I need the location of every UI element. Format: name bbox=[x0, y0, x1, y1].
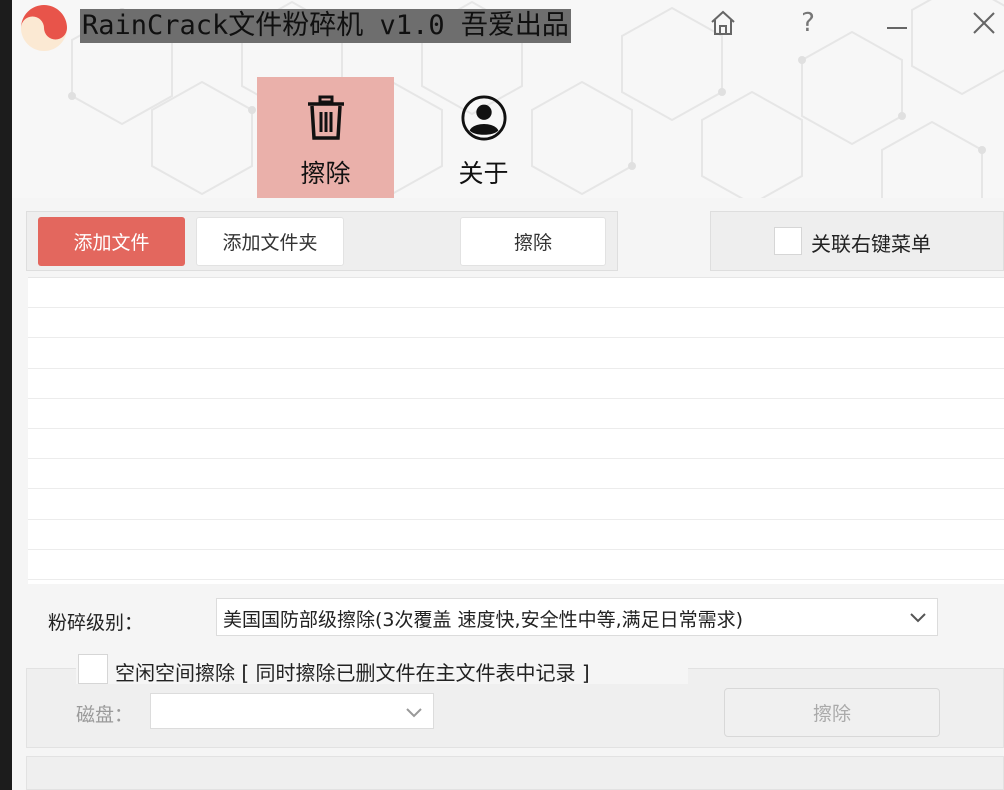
table-row[interactable] bbox=[28, 338, 1004, 369]
tab-erase-label: 擦除 bbox=[300, 159, 351, 188]
table-row[interactable] bbox=[28, 489, 1004, 520]
window-title: RainCrack文件粉碎机 v1.0 吾爱出品 bbox=[80, 9, 571, 43]
trash-icon bbox=[307, 95, 344, 140]
home-button[interactable] bbox=[706, 6, 740, 40]
shred-level-select[interactable]: 美国国防部级擦除(3次覆盖 速度快,安全性中等,满足日常需求) bbox=[216, 598, 938, 636]
disk-label: 磁盘： bbox=[76, 704, 134, 726]
erase-button[interactable]: 擦除 bbox=[460, 217, 606, 266]
table-row[interactable] bbox=[28, 429, 1004, 460]
table-row[interactable] bbox=[28, 550, 1004, 580]
close-button[interactable] bbox=[967, 6, 1001, 40]
file-list[interactable] bbox=[28, 277, 1004, 584]
header: RainCrack文件粉碎机 v1.0 吾爱出品 ? 擦除 关于 bbox=[12, 0, 1004, 198]
table-row[interactable] bbox=[28, 399, 1004, 429]
tab-about[interactable]: 关于 bbox=[415, 77, 552, 198]
home-icon bbox=[711, 10, 735, 35]
table-row[interactable] bbox=[28, 278, 1004, 309]
context-menu-checkbox[interactable] bbox=[774, 227, 802, 255]
help-icon: ? bbox=[801, 8, 815, 38]
shred-level-label: 粉碎级别： bbox=[48, 612, 144, 634]
table-row[interactable] bbox=[28, 308, 1004, 339]
status-bar bbox=[26, 756, 1004, 790]
app-logo-icon bbox=[21, 5, 67, 51]
idle-space-label: 空闲空间擦除 [ 同时擦除已删文件在主文件表中记录 ] bbox=[115, 661, 590, 685]
tab-about-label: 关于 bbox=[458, 159, 509, 188]
add-folder-button[interactable]: 添加文件夹 bbox=[196, 217, 344, 266]
minimize-icon bbox=[887, 27, 907, 29]
app-window: RainCrack文件粉碎机 v1.0 吾爱出品 ? 擦除 关于 添加文件 添加… bbox=[12, 0, 1004, 790]
disk-select[interactable] bbox=[150, 693, 434, 729]
add-file-button[interactable]: 添加文件 bbox=[38, 217, 185, 266]
help-button[interactable]: ? bbox=[791, 6, 825, 40]
close-icon bbox=[973, 12, 995, 34]
chevron-down-icon bbox=[910, 613, 926, 623]
minimize-button[interactable] bbox=[880, 6, 914, 40]
user-icon bbox=[460, 95, 507, 141]
shred-level-value: 美国国防部级擦除(3次覆盖 速度快,安全性中等,满足日常需求) bbox=[223, 609, 744, 631]
context-menu-label: 关联右键菜单 bbox=[811, 232, 931, 256]
table-row[interactable] bbox=[28, 520, 1004, 550]
table-row[interactable] bbox=[28, 459, 1004, 490]
idle-space-checkbox[interactable] bbox=[78, 654, 108, 684]
table-row[interactable] bbox=[28, 369, 1004, 399]
chevron-down-icon bbox=[406, 708, 422, 718]
tab-erase[interactable]: 擦除 bbox=[257, 77, 394, 198]
idle-erase-button[interactable]: 擦除 bbox=[724, 688, 940, 737]
